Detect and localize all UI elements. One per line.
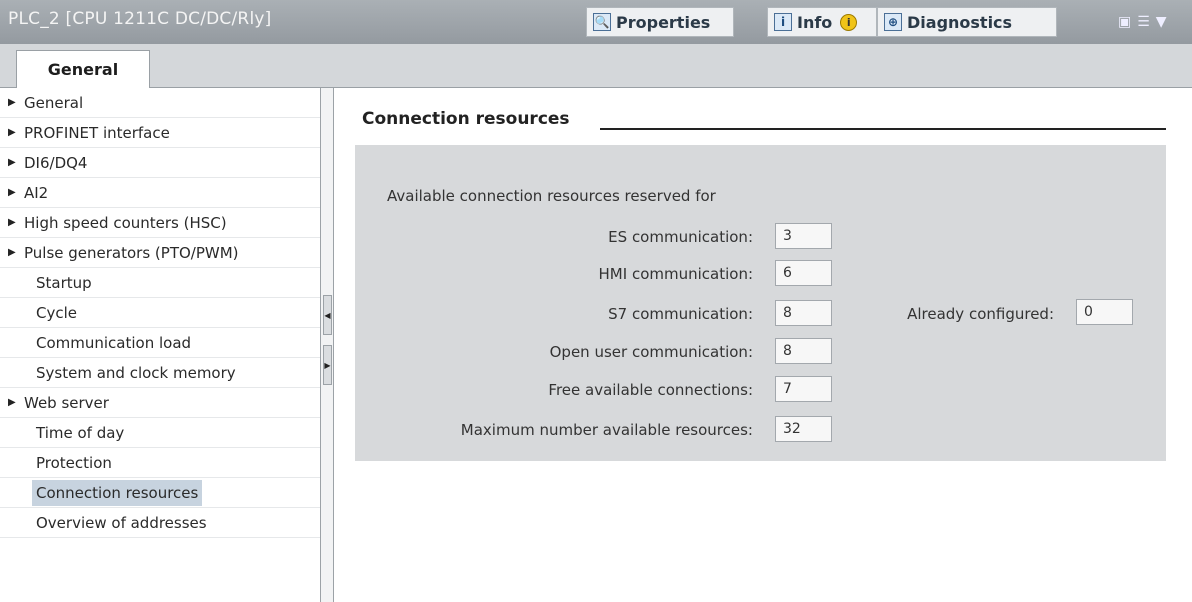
already-configured-label: Already configured:: [907, 305, 1054, 323]
nav-item[interactable]: Connection resources: [0, 478, 320, 508]
tab-info[interactable]: i Info i: [767, 7, 877, 37]
info-icon: i: [774, 13, 792, 31]
nav-item[interactable]: Protection: [0, 448, 320, 478]
collapse-left-icon[interactable]: ◀: [323, 295, 332, 335]
nav-item-label: Cycle: [36, 303, 77, 322]
nav-item-label: Pulse generators (PTO/PWM): [24, 243, 239, 262]
hmi-communication-label: HMI communication:: [598, 265, 753, 283]
nav-item-label: Time of day: [36, 423, 125, 442]
diagnostics-icon: ⊕: [884, 13, 902, 31]
title-bar: PLC_2 [CPU 1211C DC/DC/Rly] 🔍 Properties…: [0, 0, 1192, 44]
free-available-connections-field[interactable]: 7: [775, 376, 832, 402]
nav-item-label: Protection: [36, 453, 112, 472]
max-available-resources-label: Maximum number available resources:: [460, 421, 753, 439]
s7-communication-field[interactable]: 8: [775, 300, 832, 326]
nav-item-label: Startup: [36, 273, 92, 292]
nav-item[interactable]: Communication load: [0, 328, 320, 358]
s7-communication-label: S7 communication:: [608, 305, 753, 323]
tab-info-label: Info: [797, 12, 833, 32]
expand-arrow-icon[interactable]: ▶: [8, 127, 20, 138]
nav-item-label: AI2: [24, 183, 49, 202]
nav-item-label: General: [24, 93, 84, 112]
nav-item-label: High speed counters (HSC): [24, 213, 227, 232]
nav-item-label: Web server: [24, 393, 109, 412]
expand-arrow-icon[interactable]: ▶: [8, 157, 20, 168]
navigation-tree: ▶ General ▶ PROFINET interface ▶ DI6/DQ4 ▶ AI2 ▶…: [0, 88, 320, 602]
nav-item[interactable]: ▶ General: [0, 88, 320, 118]
nav-item[interactable]: ▶ High speed counters (HSC): [0, 208, 320, 238]
nav-item[interactable]: ▶ DI6/DQ4: [0, 148, 320, 178]
window-controls: ▣ ☰ ▼: [1118, 14, 1167, 30]
es-communication-field[interactable]: 3: [775, 223, 832, 249]
chevron-down-icon[interactable]: ▼: [1156, 14, 1167, 30]
free-available-connections-label: Free available connections:: [548, 381, 753, 399]
menu-icon[interactable]: ☰: [1137, 14, 1150, 30]
tab-general[interactable]: General: [16, 50, 150, 88]
section-divider: [600, 128, 1166, 130]
nav-item[interactable]: ▶ Web server: [0, 388, 320, 418]
tab-diagnostics[interactable]: ⊕ Diagnostics: [877, 7, 1057, 37]
nav-item-label: System and clock memory: [36, 363, 236, 382]
es-communication-label: ES communication:: [608, 228, 753, 246]
panel-heading: Available connection resources reserved …: [387, 187, 716, 205]
nav-item-label: DI6/DQ4: [24, 153, 88, 172]
expand-arrow-icon[interactable]: ▶: [8, 187, 20, 198]
expand-arrow-icon[interactable]: ▶: [8, 217, 20, 228]
max-available-resources-field[interactable]: 32: [775, 416, 832, 442]
nav-item[interactable]: ▶ Pulse generators (PTO/PWM): [0, 238, 320, 268]
open-user-communication-label: Open user communication:: [549, 343, 753, 361]
expand-arrow-icon[interactable]: ▶: [8, 397, 20, 408]
already-configured-field[interactable]: 0: [1076, 299, 1133, 325]
expand-arrow-icon[interactable]: ▶: [8, 97, 20, 108]
tab-properties[interactable]: 🔍 Properties: [586, 7, 734, 37]
nav-item-label: Communication load: [36, 333, 192, 352]
nav-item[interactable]: Cycle: [0, 298, 320, 328]
panel-splitter[interactable]: ◀ ▶: [320, 88, 334, 602]
hmi-communication-field[interactable]: 6: [775, 260, 832, 286]
tab-diagnostics-label: Diagnostics: [907, 12, 1013, 32]
expand-right-icon[interactable]: ▶: [323, 345, 332, 385]
float-window-icon[interactable]: ▣: [1118, 14, 1131, 30]
nav-item[interactable]: Startup: [0, 268, 320, 298]
nav-item-label: Overview of addresses: [36, 513, 207, 532]
window-title: PLC_2 [CPU 1211C DC/DC/Rly]: [8, 9, 272, 29]
nav-item-label: Connection resources: [32, 479, 203, 506]
nav-item[interactable]: ▶ AI2: [0, 178, 320, 208]
nav-item[interactable]: Overview of addresses: [0, 508, 320, 538]
open-user-communication-field[interactable]: 8: [775, 338, 832, 364]
nav-item[interactable]: Time of day: [0, 418, 320, 448]
nav-item-label: PROFINET interface: [24, 123, 170, 142]
tab-properties-label: Properties: [616, 12, 711, 32]
expand-arrow-icon[interactable]: ▶: [8, 247, 20, 258]
info-alert-icon: i: [840, 13, 858, 31]
section-tab-strip: General: [0, 44, 1192, 88]
properties-icon: 🔍: [593, 13, 611, 31]
connection-resources-panel: Available connection resources reserved …: [355, 145, 1166, 461]
section-title: Connection resources: [362, 109, 570, 129]
nav-item[interactable]: ▶ PROFINET interface: [0, 118, 320, 148]
nav-item[interactable]: System and clock memory: [0, 358, 320, 388]
content-area: Connection resources Available connectio…: [334, 88, 1192, 602]
